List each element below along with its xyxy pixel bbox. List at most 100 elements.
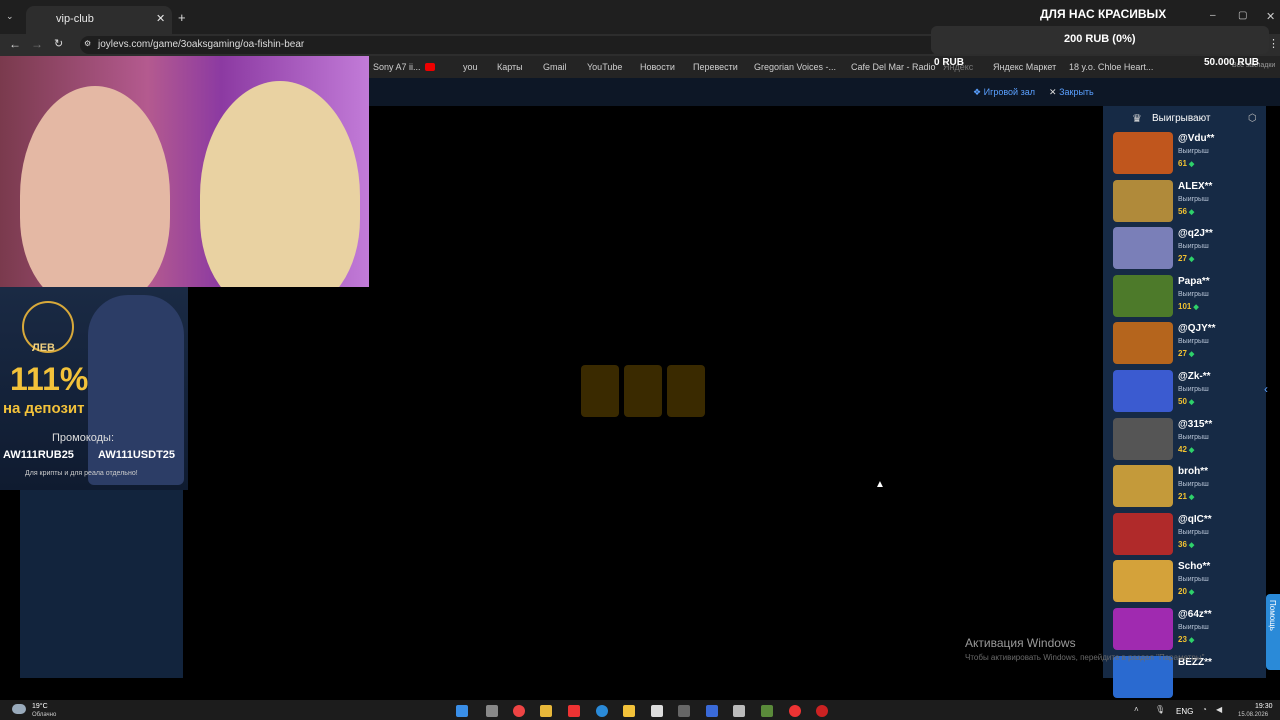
- yandex-browser-icon[interactable]: [789, 705, 801, 717]
- promo-banner[interactable]: ЛЕВ 111% на депозит Промокоды: AW111RUB2…: [0, 287, 188, 490]
- weather-cloud-icon[interactable]: [12, 704, 26, 714]
- wifi-icon[interactable]: ◔: [1202, 705, 1207, 714]
- game-thumbnail[interactable]: [1113, 227, 1173, 270]
- winner-name: @315**: [1178, 418, 1213, 430]
- site-info-icon[interactable]: ⚙: [84, 39, 91, 48]
- url-input[interactable]: ⚙ joylevs.com/game/3oaksgaming/oa-fishin…: [80, 36, 940, 54]
- winner-row[interactable]: @Zk-** Выигрыш 50 ◆: [1113, 370, 1263, 414]
- winners-panel: ♛ Выигрывают ⬡ @Vdu** Выигрыш 61 ◆ ALEX** Выи…: [1103, 106, 1266, 698]
- bookmark-item[interactable]: Gregorian Voices -...: [754, 62, 836, 72]
- promo-code-usdt: AW111USDT25: [98, 449, 176, 461]
- yandex-icon[interactable]: [568, 705, 580, 717]
- winner-row[interactable]: @qIC** Выигрыш 36 ◆: [1113, 512, 1263, 557]
- help-label: Помощь: [1268, 600, 1277, 631]
- bookmark-item[interactable]: Sony A7 ii...: [373, 62, 421, 72]
- winner-row[interactable]: Papa** Выигрыш 101 ◆: [1113, 274, 1263, 319]
- app-icon[interactable]: [623, 705, 635, 717]
- game-thumbnail[interactable]: [1113, 322, 1173, 365]
- game-thumbnail[interactable]: [1113, 417, 1173, 460]
- winner-name: @Zk-**: [1178, 371, 1211, 382]
- bookmark-item[interactable]: Карты: [497, 62, 523, 72]
- language-indicator[interactable]: ENG: [1176, 707, 1193, 716]
- winner-row[interactable]: @QJY** Выигрыш 27 ◆: [1113, 322, 1263, 366]
- watermark-subtitle: Чтобы активировать Windows, перейдите в …: [965, 653, 1207, 662]
- winner-amount: 27 ◆: [1178, 349, 1195, 359]
- game-thumbnail[interactable]: [1113, 179, 1173, 222]
- winner-amount: 56 ◆: [1178, 206, 1195, 216]
- clock-date[interactable]: 15.08.2026: [1238, 712, 1268, 718]
- bookmark-item[interactable]: Cafe Del Mar - Radio: [851, 62, 936, 72]
- bookmark-item[interactable]: YouTube: [587, 62, 622, 72]
- window-minimize-button[interactable]: –: [1210, 10, 1216, 21]
- pin-icon[interactable]: ⬡: [1248, 113, 1257, 124]
- bookmark-item[interactable]: Перевести: [693, 62, 738, 72]
- tab-search-button[interactable]: ⌄: [6, 11, 18, 23]
- volume-icon[interactable]: ◀: [1216, 705, 1222, 714]
- mouse-cursor-icon: ▲: [875, 479, 885, 490]
- promo-codes-label: Промокоды:: [52, 432, 115, 444]
- game-thumbnail[interactable]: [1113, 512, 1173, 555]
- windows-taskbar: [0, 700, 1280, 720]
- new-tab-button[interactable]: +: [178, 10, 186, 25]
- winner-row[interactable]: ALEX** Выигрыш 56 ◆: [1113, 179, 1263, 224]
- bookmark-item[interactable]: Gmail: [543, 62, 567, 72]
- promo-percent: 111%: [10, 361, 89, 397]
- edge-icon[interactable]: [596, 705, 608, 717]
- bookmark-item[interactable]: Новости: [640, 62, 675, 72]
- winner-name: @64z**: [1178, 609, 1212, 620]
- app-icon[interactable]: [816, 705, 828, 717]
- winner-row[interactable]: @q2J** Выигрыш 27 ◆: [1113, 227, 1263, 271]
- mic-icon[interactable]: 🎙: [1155, 705, 1165, 714]
- game-thumbnail[interactable]: [1113, 132, 1173, 174]
- winner-amount: 42 ◆: [1178, 444, 1195, 454]
- winner-row[interactable]: BEZZ**Выигрыш◆: [1113, 655, 1263, 700]
- window-maximize-button[interactable]: ▢: [1238, 10, 1247, 21]
- window-close-button[interactable]: ✕: [1266, 10, 1275, 23]
- windows-activation-watermark: Активация Windows Чтобы активировать Win…: [965, 636, 1235, 662]
- winner-amount: 20 ◆: [1178, 587, 1195, 597]
- winner-amount: 50 ◆: [1178, 397, 1195, 406]
- bookmark-item[interactable]: Яндекс Маркет: [993, 62, 1056, 72]
- close-game-link[interactable]: ✕ Закрыть: [1049, 87, 1094, 98]
- weather-temp[interactable]: 19°C: [32, 703, 48, 710]
- minecraft-icon[interactable]: [761, 705, 773, 717]
- bookmark-item[interactable]: you: [463, 62, 478, 72]
- clock-time[interactable]: 19:30: [1255, 703, 1273, 710]
- game-thumbnail[interactable]: [1113, 274, 1173, 317]
- game-hall-link[interactable]: ❖ Игровой зал: [973, 87, 1035, 98]
- help-tab[interactable]: Помощь: [1266, 594, 1280, 670]
- youtube-icon[interactable]: [425, 63, 435, 71]
- winner-row[interactable]: @Vdu** Выигрыш 61 ◆: [1113, 132, 1263, 176]
- winner-amount: 21 ◆: [1178, 492, 1195, 502]
- back-icon[interactable]: ←: [9, 37, 21, 51]
- app-icon[interactable]: [706, 705, 718, 717]
- game-thumbnail[interactable]: [1113, 465, 1173, 508]
- menu-icon[interactable]: ⋮: [1268, 37, 1279, 50]
- tray-chevron-icon[interactable]: ˄: [1134, 705, 1139, 714]
- tab-close-icon[interactable]: ✕: [156, 12, 165, 25]
- winner-row[interactable]: @315** Выигрыш 42 ◆: [1113, 417, 1263, 462]
- start-icon[interactable]: [456, 705, 468, 717]
- winner-label: Выигрыш: [1178, 148, 1209, 155]
- app-icon[interactable]: [733, 705, 745, 717]
- store-icon[interactable]: [651, 705, 663, 717]
- winner-label: Выигрыш: [1178, 433, 1209, 441]
- weather-desc[interactable]: Облачно: [32, 712, 56, 718]
- chrome-icon[interactable]: [513, 705, 525, 717]
- gem-icon: ◆: [1193, 303, 1199, 311]
- bookmark-item[interactable]: 18 y.o. Chloe Heart...: [1069, 62, 1153, 72]
- winner-label: Выигрыш: [1178, 195, 1209, 203]
- winner-row[interactable]: broh** Выигрыш 21 ◆: [1113, 465, 1263, 509]
- reload-icon[interactable]: ↻: [54, 37, 63, 50]
- winner-row[interactable]: Scho** Выигрыш 20 ◆: [1113, 560, 1263, 604]
- collapse-arrow-icon[interactable]: ‹: [1264, 382, 1268, 396]
- gem-icon: ◆: [1188, 589, 1195, 597]
- forward-icon[interactable]: →: [31, 37, 43, 51]
- folder-icon[interactable]: [540, 705, 552, 717]
- donation-goal-title: ДЛЯ НАС КРАСИВЫХ: [1040, 7, 1167, 21]
- browser-tab[interactable]: vip-club ✕: [26, 6, 172, 34]
- game-thumbnail[interactable]: [1113, 370, 1173, 412]
- task-view-icon[interactable]: [486, 705, 498, 717]
- app-icon[interactable]: [678, 705, 690, 717]
- game-thumbnail[interactable]: [1113, 560, 1173, 603]
